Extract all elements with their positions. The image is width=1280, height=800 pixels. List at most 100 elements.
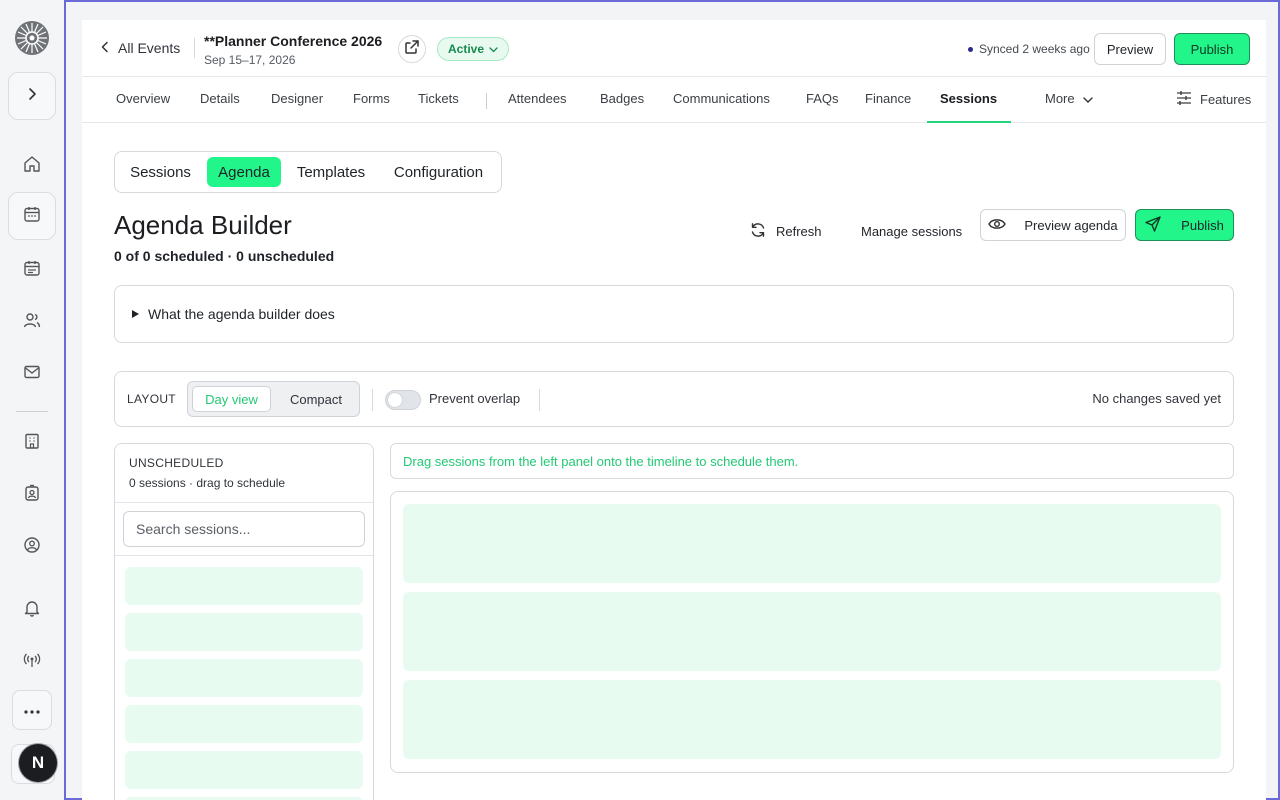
- bell-icon[interactable]: [22, 598, 42, 618]
- building-icon[interactable]: [22, 431, 42, 451]
- save-status: No changes saved yet: [1092, 391, 1221, 406]
- toggle-knob: [388, 393, 402, 407]
- event-tabs: Overview Details Designer Forms Tickets …: [82, 77, 1266, 123]
- manage-sessions-button[interactable]: Manage sessions: [861, 216, 962, 246]
- content-panel: All Events **Planner Conference 2026 Sep…: [82, 20, 1266, 800]
- prevent-overlap-label: Prevent overlap: [429, 391, 521, 406]
- tab-tickets[interactable]: Tickets: [418, 91, 459, 106]
- subtab-configuration[interactable]: Configuration: [381, 157, 496, 187]
- sync-dot-icon: [968, 46, 973, 52]
- refresh-icon: [750, 222, 766, 241]
- app-logo[interactable]: [14, 20, 50, 56]
- event-title: **Planner Conference 2026: [204, 33, 383, 49]
- page-title: Agenda Builder: [114, 210, 292, 240]
- main-frame: All Events **Planner Conference 2026 Sep…: [64, 0, 1280, 800]
- publish-agenda-button[interactable]: Publish: [1135, 209, 1234, 241]
- tab-designer[interactable]: Designer: [271, 91, 323, 106]
- back-label: All Events: [118, 40, 181, 56]
- calendar-icon: [23, 205, 41, 228]
- features-label: Features: [1200, 92, 1252, 107]
- events-nav-button[interactable]: [8, 192, 56, 240]
- toolbar-divider: [372, 389, 373, 411]
- sliders-icon: [1176, 91, 1192, 108]
- disclosure-triangle-icon: [131, 306, 140, 322]
- preview-agenda-button[interactable]: Preview agenda: [980, 209, 1126, 241]
- subtab-agenda[interactable]: Agenda: [207, 157, 281, 187]
- subtab-sessions[interactable]: Sessions: [120, 157, 201, 187]
- user-avatar[interactable]: N: [19, 744, 57, 782]
- preview-button[interactable]: Preview: [1094, 33, 1166, 65]
- sync-status-text: Synced 2 weeks ago: [979, 42, 1090, 56]
- tab-forms[interactable]: Forms: [353, 91, 390, 106]
- unscheduled-subtitle: 0 sessions · drag to schedule: [129, 476, 286, 490]
- preview-agenda-label: Preview agenda: [1024, 217, 1118, 233]
- publish-agenda-label: Publish: [1181, 217, 1224, 233]
- expand-sidebar-button[interactable]: [8, 72, 56, 120]
- compact-option[interactable]: Compact: [276, 386, 356, 412]
- account-icon[interactable]: [22, 535, 42, 555]
- disclosure-summary: What the agenda builder does: [148, 306, 335, 322]
- layout-label: LAYOUT: [127, 392, 176, 406]
- tab-more[interactable]: More: [1045, 91, 1093, 106]
- home-icon[interactable]: [22, 154, 42, 174]
- prevent-overlap-toggle[interactable]: [385, 390, 421, 410]
- timeline-hint: Drag sessions from the left panel onto t…: [390, 443, 1234, 479]
- unscheduled-panel: UNSCHEDULED 0 sessions · drag to schedul…: [114, 443, 374, 800]
- unscheduled-title: UNSCHEDULED: [129, 456, 224, 470]
- header-divider: [194, 38, 195, 58]
- tab-badges[interactable]: Badges: [600, 91, 644, 106]
- session-skeleton: [125, 567, 363, 605]
- tab-communications[interactable]: Communications: [673, 91, 770, 106]
- header-publish-button[interactable]: Publish: [1174, 33, 1250, 65]
- sessions-subtabs: Sessions Agenda Templates Configuration: [114, 151, 502, 193]
- badge-icon[interactable]: [22, 483, 42, 503]
- day-view-option[interactable]: Day view: [192, 386, 271, 412]
- layout-segmented-control: Day view Compact: [187, 381, 360, 417]
- open-event-site-button[interactable]: [398, 35, 426, 63]
- chevron-down-icon: [1082, 91, 1093, 106]
- subtab-templates[interactable]: Templates: [287, 157, 375, 187]
- chevron-down-icon: [489, 42, 498, 56]
- timeline-skeleton: [403, 504, 1221, 583]
- session-skeleton: [125, 705, 363, 743]
- active-tab-indicator: [927, 121, 1011, 123]
- tab-divider: [486, 93, 487, 109]
- tab-sessions[interactable]: Sessions: [940, 91, 997, 106]
- agenda-timeline[interactable]: [390, 491, 1234, 773]
- layout-toolbar: LAYOUT Day view Compact Prevent overlap …: [114, 371, 1234, 427]
- status-dropdown[interactable]: Active: [437, 37, 510, 61]
- toolbar-divider: [539, 389, 540, 411]
- broadcast-icon[interactable]: [22, 650, 42, 670]
- event-header: All Events **Planner Conference 2026 Sep…: [82, 20, 1266, 77]
- schedule-icon[interactable]: [22, 258, 42, 278]
- timeline-skeleton: [403, 592, 1221, 671]
- sync-status: Synced 2 weeks ago: [968, 42, 1090, 56]
- more-apps-button[interactable]: [12, 690, 52, 730]
- status-badge: Active: [448, 42, 485, 56]
- session-skeleton: [125, 751, 363, 789]
- tab-attendees[interactable]: Attendees: [508, 91, 567, 106]
- event-dates: Sep 15–17, 2026: [204, 53, 296, 67]
- agenda-help-disclosure[interactable]: What the agenda builder does: [114, 285, 1234, 343]
- features-button[interactable]: Features: [1176, 91, 1251, 108]
- session-skeleton: [125, 613, 363, 651]
- session-skeleton: [125, 659, 363, 697]
- tab-faqs[interactable]: FAQs: [806, 91, 839, 106]
- rail-divider: [16, 411, 48, 412]
- schedule-counts: 0 of 0 scheduled · 0 unscheduled: [114, 248, 335, 264]
- tab-details[interactable]: Details: [200, 91, 240, 106]
- mail-icon[interactable]: [22, 362, 42, 382]
- chevron-left-icon: [100, 40, 110, 56]
- tab-overview[interactable]: Overview: [116, 91, 170, 106]
- users-icon[interactable]: [22, 310, 42, 330]
- search-sessions-input[interactable]: [123, 511, 365, 547]
- eye-icon: [988, 218, 1007, 233]
- tab-finance[interactable]: Finance: [865, 91, 911, 106]
- left-rail: N: [0, 0, 64, 800]
- refresh-label: Refresh: [776, 223, 822, 239]
- search-wrapper: [115, 503, 373, 556]
- back-to-events-link[interactable]: All Events: [100, 40, 180, 56]
- refresh-button[interactable]: Refresh: [750, 216, 822, 246]
- chevron-right-icon: [25, 87, 39, 106]
- external-link-icon: [404, 39, 420, 60]
